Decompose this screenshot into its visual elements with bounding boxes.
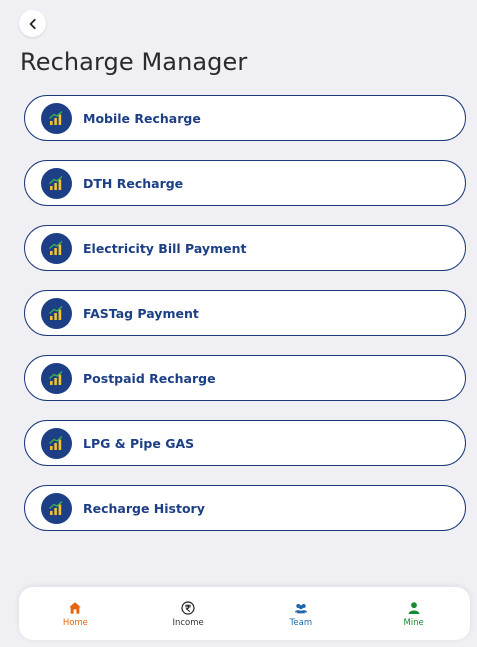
- home-icon: [69, 602, 82, 614]
- menu-item-label: Electricity Bill Payment: [83, 240, 247, 256]
- menu-item-label: DTH Recharge: [83, 175, 184, 191]
- menu-item-label: FASTag Payment: [83, 305, 199, 321]
- signal-bars-icon: [41, 297, 72, 329]
- signal-bars-icon: [41, 362, 72, 394]
- chevron-left-icon: [29, 18, 36, 29]
- signal-bars-icon: [41, 427, 72, 459]
- nav-item-home[interactable]: Home: [19, 587, 132, 640]
- signal-bars-icon: [41, 167, 72, 199]
- rupee-icon: [181, 601, 195, 615]
- menu-item-lpg-pipe-gas[interactable]: LPG & Pipe GAS: [24, 420, 466, 466]
- signal-bars-icon: [41, 492, 72, 524]
- menu-item-dth-recharge[interactable]: DTH Recharge: [24, 160, 466, 206]
- recharge-manager-screen: Recharge Manager Mobile Recharge DTH Rec…: [0, 0, 477, 647]
- nav-item-income[interactable]: Income: [132, 587, 245, 640]
- menu-item-fastag-payment[interactable]: FASTag Payment: [24, 290, 466, 336]
- nav-label: Mine: [403, 618, 424, 628]
- nav-label: Team: [289, 618, 313, 628]
- page-title: Recharge Manager: [20, 48, 248, 76]
- menu-item-postpaid-recharge[interactable]: Postpaid Recharge: [24, 355, 466, 401]
- menu-item-mobile-recharge[interactable]: Mobile Recharge: [24, 95, 466, 141]
- recharge-menu-list: Mobile Recharge DTH Recharge Electricity…: [24, 95, 467, 550]
- menu-item-label: Postpaid Recharge: [83, 370, 216, 386]
- nav-item-team[interactable]: Team: [245, 587, 358, 640]
- nav-item-mine[interactable]: Mine: [357, 587, 470, 640]
- nav-label: Home: [62, 618, 88, 628]
- bottom-nav: Home Income Team Mine: [19, 587, 470, 640]
- menu-item-label: LPG & Pipe GAS: [83, 435, 195, 451]
- team-icon: [294, 604, 308, 614]
- back-button[interactable]: [19, 10, 46, 37]
- menu-item-label: Mobile Recharge: [83, 110, 201, 126]
- signal-bars-icon: [41, 102, 72, 134]
- menu-item-electricity-bill-payment[interactable]: Electricity Bill Payment: [24, 225, 466, 271]
- menu-item-recharge-history[interactable]: Recharge History: [24, 485, 466, 531]
- signal-bars-icon: [41, 232, 72, 264]
- menu-item-label: Recharge History: [83, 500, 205, 516]
- user-icon: [408, 602, 420, 614]
- nav-label: Income: [172, 618, 204, 628]
